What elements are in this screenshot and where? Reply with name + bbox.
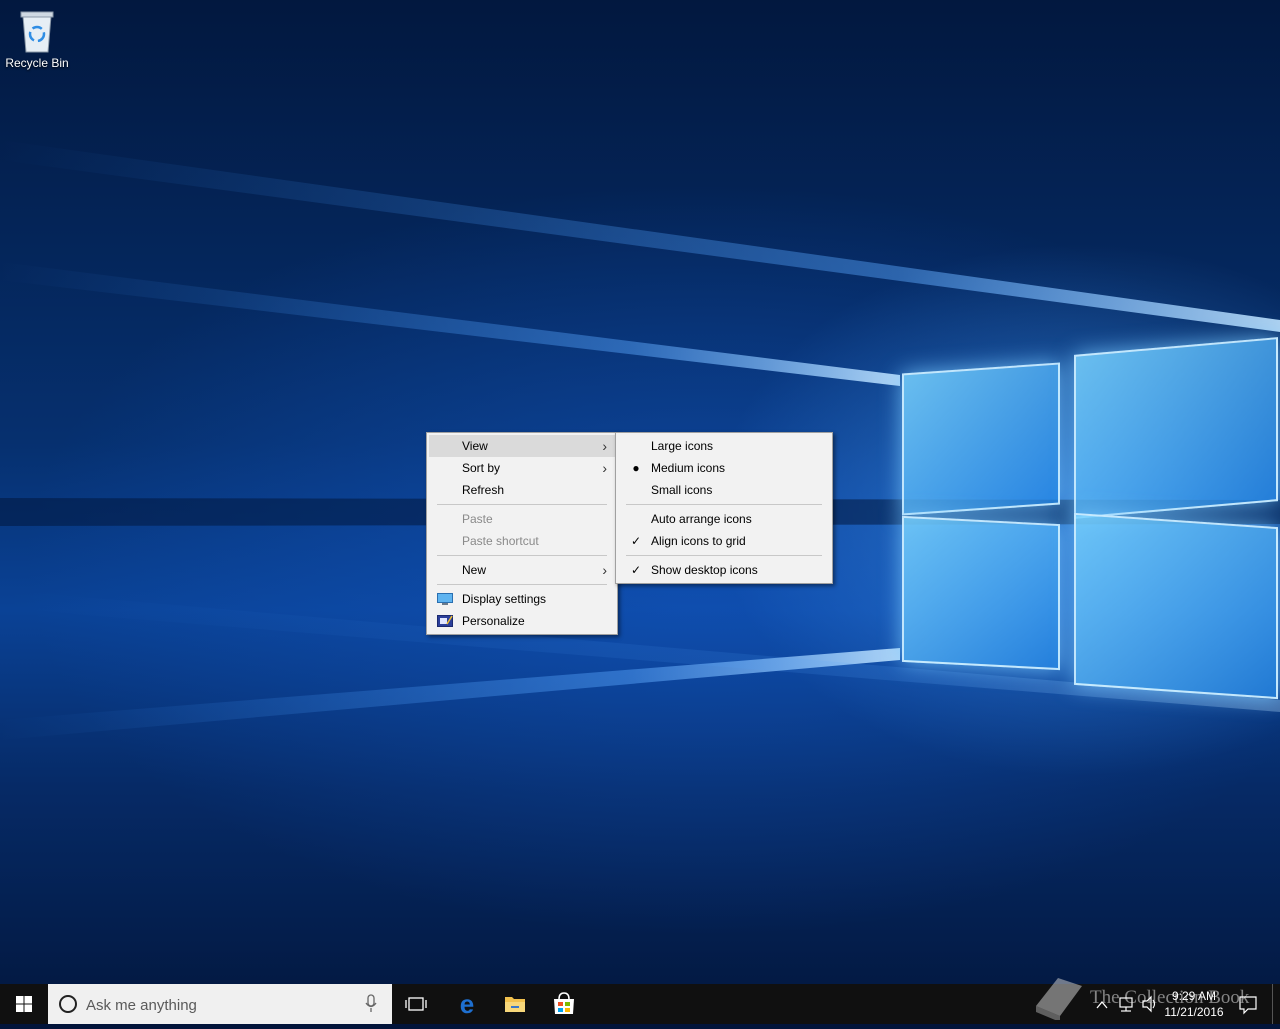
edge-icon: e (460, 989, 474, 1019)
menu-item-paste: Paste (429, 508, 615, 530)
menu-item-label: Display settings (462, 592, 547, 606)
menu-item-label: Refresh (462, 483, 505, 497)
menu-separator (626, 504, 822, 505)
checkmark-icon: ✓ (630, 563, 642, 577)
menu-item-paste-shortcut: Paste shortcut (429, 530, 615, 552)
menu-item-label: View (462, 439, 488, 453)
file-explorer-icon (505, 997, 525, 1012)
store-button[interactable] (540, 984, 588, 1024)
submenu-item-show-desktop-icons[interactable]: ✓ Show desktop icons (618, 559, 830, 581)
show-desktop-button[interactable] (1272, 984, 1280, 1024)
view-submenu: Large icons ● Medium icons Small icons A… (615, 432, 833, 584)
bullet-icon: ● (632, 461, 640, 475)
store-icon (554, 992, 574, 1014)
action-center-button[interactable] (1236, 984, 1260, 1024)
menu-separator (626, 555, 822, 556)
svg-text:e: e (460, 989, 474, 1019)
menu-item-sort-by[interactable]: Sort by › (429, 457, 615, 479)
cortana-icon (59, 995, 77, 1013)
wallpaper-pane (902, 362, 1060, 516)
menu-item-display-settings[interactable]: Display settings (429, 588, 615, 610)
menu-item-label: Paste shortcut (462, 534, 539, 548)
search-input[interactable] (84, 984, 358, 1026)
cortana-search-box[interactable] (48, 984, 392, 1026)
chevron-right-icon: › (602, 460, 607, 476)
menu-item-label: Auto arrange icons (651, 512, 752, 526)
menu-item-label: Small icons (651, 483, 713, 497)
show-hidden-icons-button[interactable] (1094, 984, 1110, 1024)
taskbar-clock[interactable]: 9:29 AM 11/21/2016 (1156, 988, 1232, 1020)
checkmark-icon: ✓ (630, 534, 642, 548)
taskbar: e The Collection Book (0, 978, 1280, 1026)
menu-item-label: New (462, 563, 487, 577)
menu-separator (437, 555, 607, 556)
menu-separator (437, 584, 607, 585)
network-button[interactable] (1116, 984, 1136, 1024)
menu-separator (437, 504, 607, 505)
recycle-bin[interactable]: Recycle Bin (4, 8, 70, 70)
menu-item-refresh[interactable]: Refresh (429, 479, 615, 501)
task-view-button[interactable] (392, 984, 440, 1024)
clock-date: 11/21/2016 (1164, 1005, 1224, 1019)
notification-icon (1239, 996, 1257, 1015)
menu-item-view[interactable]: View › (429, 435, 615, 457)
menu-item-label: Paste (462, 512, 493, 526)
submenu-item-medium-icons[interactable]: ● Medium icons (618, 457, 830, 479)
menu-item-personalize[interactable]: Personalize (429, 610, 615, 632)
recycle-bin-icon (20, 11, 54, 53)
menu-item-label: Align icons to grid (651, 534, 746, 548)
chevron-right-icon: › (602, 562, 607, 578)
menu-item-label: Personalize (462, 614, 525, 628)
menu-item-label: Show desktop icons (651, 563, 758, 577)
menu-item-new[interactable]: New › (429, 559, 615, 581)
display-settings-icon (437, 593, 453, 605)
network-icon (1119, 997, 1133, 1012)
chevron-up-icon (1096, 1000, 1108, 1009)
recycle-bin-label: Recycle Bin (5, 56, 69, 70)
personalize-icon (437, 615, 453, 627)
submenu-item-small-icons[interactable]: Small icons (618, 479, 830, 501)
task-view-icon (405, 997, 427, 1011)
wallpaper-pane (1074, 512, 1278, 700)
wallpaper-pane (1074, 337, 1278, 519)
start-button[interactable] (0, 984, 48, 1024)
edge-button[interactable]: e (443, 984, 491, 1024)
book-watermark-icon (1036, 978, 1082, 1020)
menu-item-label: Large icons (651, 439, 714, 453)
file-explorer-button[interactable] (491, 984, 539, 1024)
chevron-right-icon: › (602, 438, 607, 454)
desktop-context-menu: View › Sort by › Refresh Paste Paste sho… (426, 432, 618, 635)
menu-item-label: Sort by (462, 461, 501, 475)
windows-logo-icon (16, 996, 32, 1012)
menu-item-label: Medium icons (651, 461, 726, 475)
microphone-icon[interactable] (363, 994, 379, 1014)
submenu-item-align-to-grid[interactable]: ✓ Align icons to grid (618, 530, 830, 552)
clock-time: 9:29 AM (1171, 989, 1217, 1003)
wallpaper-pane (902, 515, 1060, 671)
submenu-item-large-icons[interactable]: Large icons (618, 435, 830, 457)
submenu-item-auto-arrange[interactable]: Auto arrange icons (618, 508, 830, 530)
